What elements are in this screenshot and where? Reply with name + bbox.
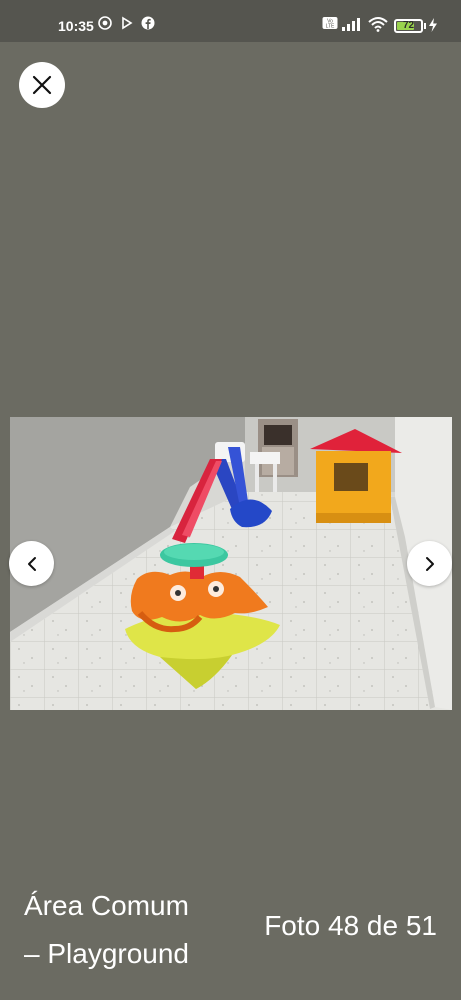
chevron-right-icon <box>425 556 434 571</box>
close-icon <box>32 75 52 95</box>
chrome-icon <box>98 16 112 33</box>
gallery-photo[interactable] <box>10 417 452 710</box>
photo-caption: Área Comum – Playground <box>24 882 224 978</box>
caption-line-2: – Playground <box>24 938 190 969</box>
previous-photo-button[interactable] <box>9 541 54 586</box>
wifi-icon <box>368 16 388 35</box>
volte-icon: Vo LTE <box>322 16 338 33</box>
next-photo-button[interactable] <box>407 541 452 586</box>
play-icon <box>121 16 133 33</box>
chevron-left-icon <box>27 556 36 571</box>
battery-icon: 72 <box>394 19 423 33</box>
playground-photo-image <box>10 417 452 710</box>
status-bar: 10:35 Vo LTE 72 <box>0 0 461 42</box>
close-button[interactable] <box>19 62 65 108</box>
facebook-icon <box>141 16 155 33</box>
battery-level: 72 <box>402 20 415 31</box>
status-time: 10:35 <box>58 18 94 34</box>
signal-icon <box>341 16 363 35</box>
battery-cap <box>424 23 426 29</box>
photo-counter: Foto 48 de 51 <box>264 910 437 941</box>
caption-line-1: Área Comum <box>24 890 189 921</box>
charging-bolt-icon <box>428 17 438 36</box>
svg-text:LTE: LTE <box>326 24 335 30</box>
